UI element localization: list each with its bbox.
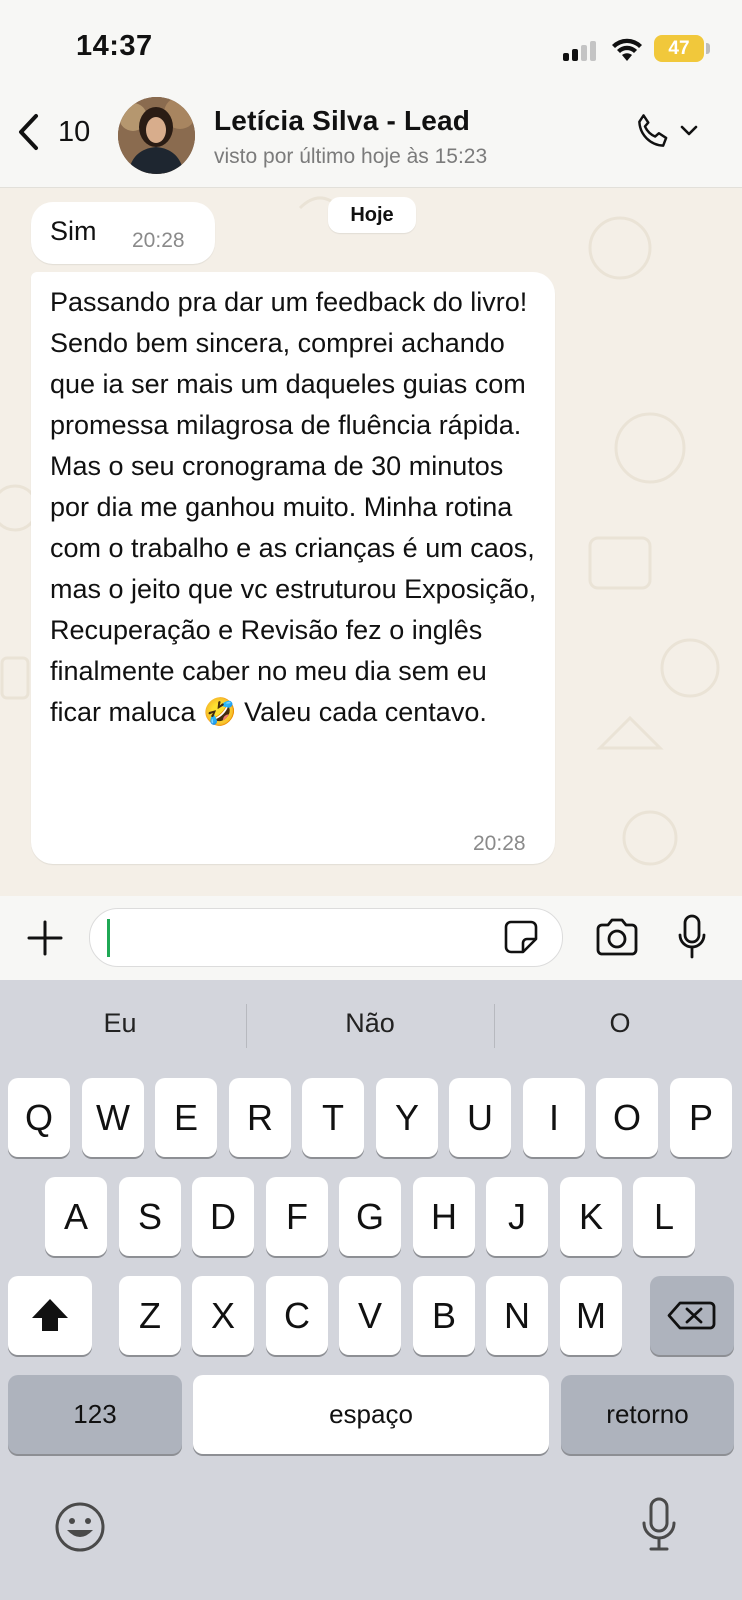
suggestion[interactable]: Eu xyxy=(40,1008,200,1039)
signal-bars-icon xyxy=(563,41,596,61)
key[interactable]: U xyxy=(449,1078,511,1157)
delete-key[interactable] xyxy=(650,1276,734,1355)
message-time: 20:28 xyxy=(473,832,526,855)
key[interactable]: R xyxy=(229,1078,291,1157)
last-seen-status: visto por último hoje às 15:23 xyxy=(214,145,488,168)
key[interactable]: Y xyxy=(376,1078,438,1157)
message-time: 20:28 xyxy=(132,229,185,252)
phone-icon[interactable] xyxy=(632,111,674,153)
key[interactable]: N xyxy=(486,1276,548,1355)
date-separator-badge: Hoje xyxy=(328,197,416,233)
microphone-icon[interactable] xyxy=(677,914,707,960)
plus-icon[interactable] xyxy=(26,919,64,957)
message-input[interactable] xyxy=(89,908,563,967)
key[interactable]: D xyxy=(192,1177,254,1256)
key[interactable]: O xyxy=(596,1078,658,1157)
key[interactable]: L xyxy=(633,1177,695,1256)
shift-icon xyxy=(32,1299,68,1331)
key[interactable]: X xyxy=(192,1276,254,1355)
key[interactable]: F xyxy=(266,1177,328,1256)
key[interactable]: Z xyxy=(119,1276,181,1355)
key[interactable]: E xyxy=(155,1078,217,1157)
text-cursor xyxy=(107,919,110,957)
key[interactable]: V xyxy=(339,1276,401,1355)
space-key[interactable]: espaço xyxy=(193,1375,549,1454)
numbers-key[interactable]: 123 xyxy=(8,1375,182,1454)
key[interactable]: S xyxy=(119,1177,181,1256)
chevron-left-icon[interactable] xyxy=(16,112,42,152)
contact-name[interactable]: Letícia Silva - Lead xyxy=(214,105,470,137)
battery-cap xyxy=(706,43,710,54)
key[interactable]: T xyxy=(302,1078,364,1157)
suggestion[interactable]: Não xyxy=(290,1008,450,1039)
key[interactable]: G xyxy=(339,1177,401,1256)
key[interactable]: A xyxy=(45,1177,107,1256)
dictation-mic-icon[interactable] xyxy=(640,1496,678,1554)
key[interactable]: I xyxy=(523,1078,585,1157)
avatar[interactable] xyxy=(118,97,195,174)
chevron-down-icon[interactable] xyxy=(679,124,699,138)
key[interactable]: M xyxy=(560,1276,622,1355)
suggestion[interactable]: O xyxy=(540,1008,700,1039)
key[interactable]: H xyxy=(413,1177,475,1256)
key[interactable]: J xyxy=(486,1177,548,1256)
backspace-icon xyxy=(667,1301,716,1330)
suggestion-divider xyxy=(246,1004,247,1048)
emoji-icon[interactable] xyxy=(53,1500,107,1554)
back-unread-count[interactable]: 10 xyxy=(58,116,90,149)
return-key[interactable]: retorno xyxy=(561,1375,734,1454)
key[interactable]: C xyxy=(266,1276,328,1355)
key[interactable]: B xyxy=(413,1276,475,1355)
suggestion-divider xyxy=(494,1004,495,1048)
sticker-icon[interactable] xyxy=(503,919,539,955)
status-time: 14:37 xyxy=(76,30,153,62)
shift-key[interactable] xyxy=(8,1276,92,1355)
key[interactable]: P xyxy=(670,1078,732,1157)
key[interactable]: W xyxy=(82,1078,144,1157)
wifi-icon xyxy=(612,38,642,61)
camera-icon[interactable] xyxy=(594,918,640,956)
message-text: Sim xyxy=(50,216,97,246)
message-text: Passando pra dar um feedback do livro! S… xyxy=(50,287,537,727)
key[interactable]: Q xyxy=(8,1078,70,1157)
key[interactable]: K xyxy=(560,1177,622,1256)
battery-indicator: 47 xyxy=(654,35,704,62)
